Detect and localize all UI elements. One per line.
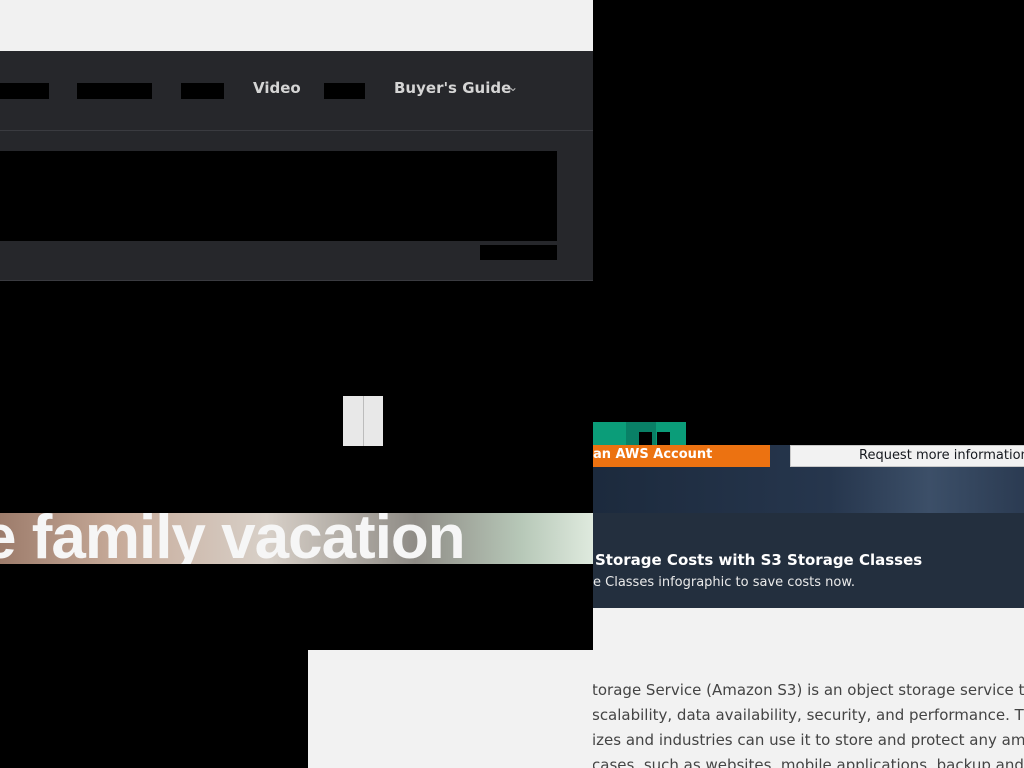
left-browser-window: Video Buyer's Guide ⌄ e family vacation — [0, 0, 593, 650]
nav-item-buyers-guide[interactable]: Buyer's Guide — [394, 79, 511, 97]
top-black-area — [686, 422, 1024, 445]
pause-icon[interactable] — [343, 396, 383, 446]
site-nav-bar: Video Buyer's Guide ⌄ — [0, 51, 593, 131]
description-line: scalability, data availability, security… — [593, 706, 1024, 724]
video-player[interactable] — [0, 281, 593, 513]
description-line: cases, such as websites, mobile applicat… — [593, 756, 1024, 768]
redacted-ad-label — [480, 245, 557, 260]
redacted-nav-item — [324, 83, 365, 99]
hero-headline: e family vacation — [0, 513, 466, 564]
storage-costs-banner[interactable]: Storage Costs with S3 Storage Classes e … — [593, 513, 1024, 608]
hero-image: e family vacation — [0, 513, 593, 564]
description-line: torage Service (Amazon S3) is an object … — [593, 681, 1024, 699]
nav-item-video[interactable]: Video — [253, 79, 301, 97]
redacted-nav-item — [181, 83, 224, 99]
redacted-block — [657, 432, 670, 446]
background-panel — [308, 650, 593, 768]
aws-hero-banner: an AWS Account Request more information — [593, 445, 1024, 513]
aws-s3-window: an AWS Account Request more information … — [593, 422, 1024, 768]
redacted-nav-item — [0, 83, 49, 99]
redacted-nav-item — [77, 83, 152, 99]
left-bottom-area — [0, 564, 593, 650]
request-info-button[interactable]: Request more information — [790, 445, 1024, 467]
left-top-strip — [0, 0, 593, 51]
storage-banner-subtitle: e Classes infographic to save costs now. — [593, 575, 855, 590]
storage-banner-title[interactable]: Storage Costs with S3 Storage Classes — [595, 551, 922, 569]
ad-area — [0, 131, 593, 281]
create-account-button[interactable]: an AWS Account — [593, 445, 770, 467]
redacted-block — [639, 432, 652, 446]
description-line: izes and industries can use it to store … — [593, 731, 1024, 749]
chevron-down-icon[interactable]: ⌄ — [508, 80, 518, 94]
redacted-ad-banner — [0, 151, 557, 241]
teal-header-tab — [593, 422, 686, 446]
s3-description: torage Service (Amazon S3) is an object … — [593, 608, 1024, 768]
